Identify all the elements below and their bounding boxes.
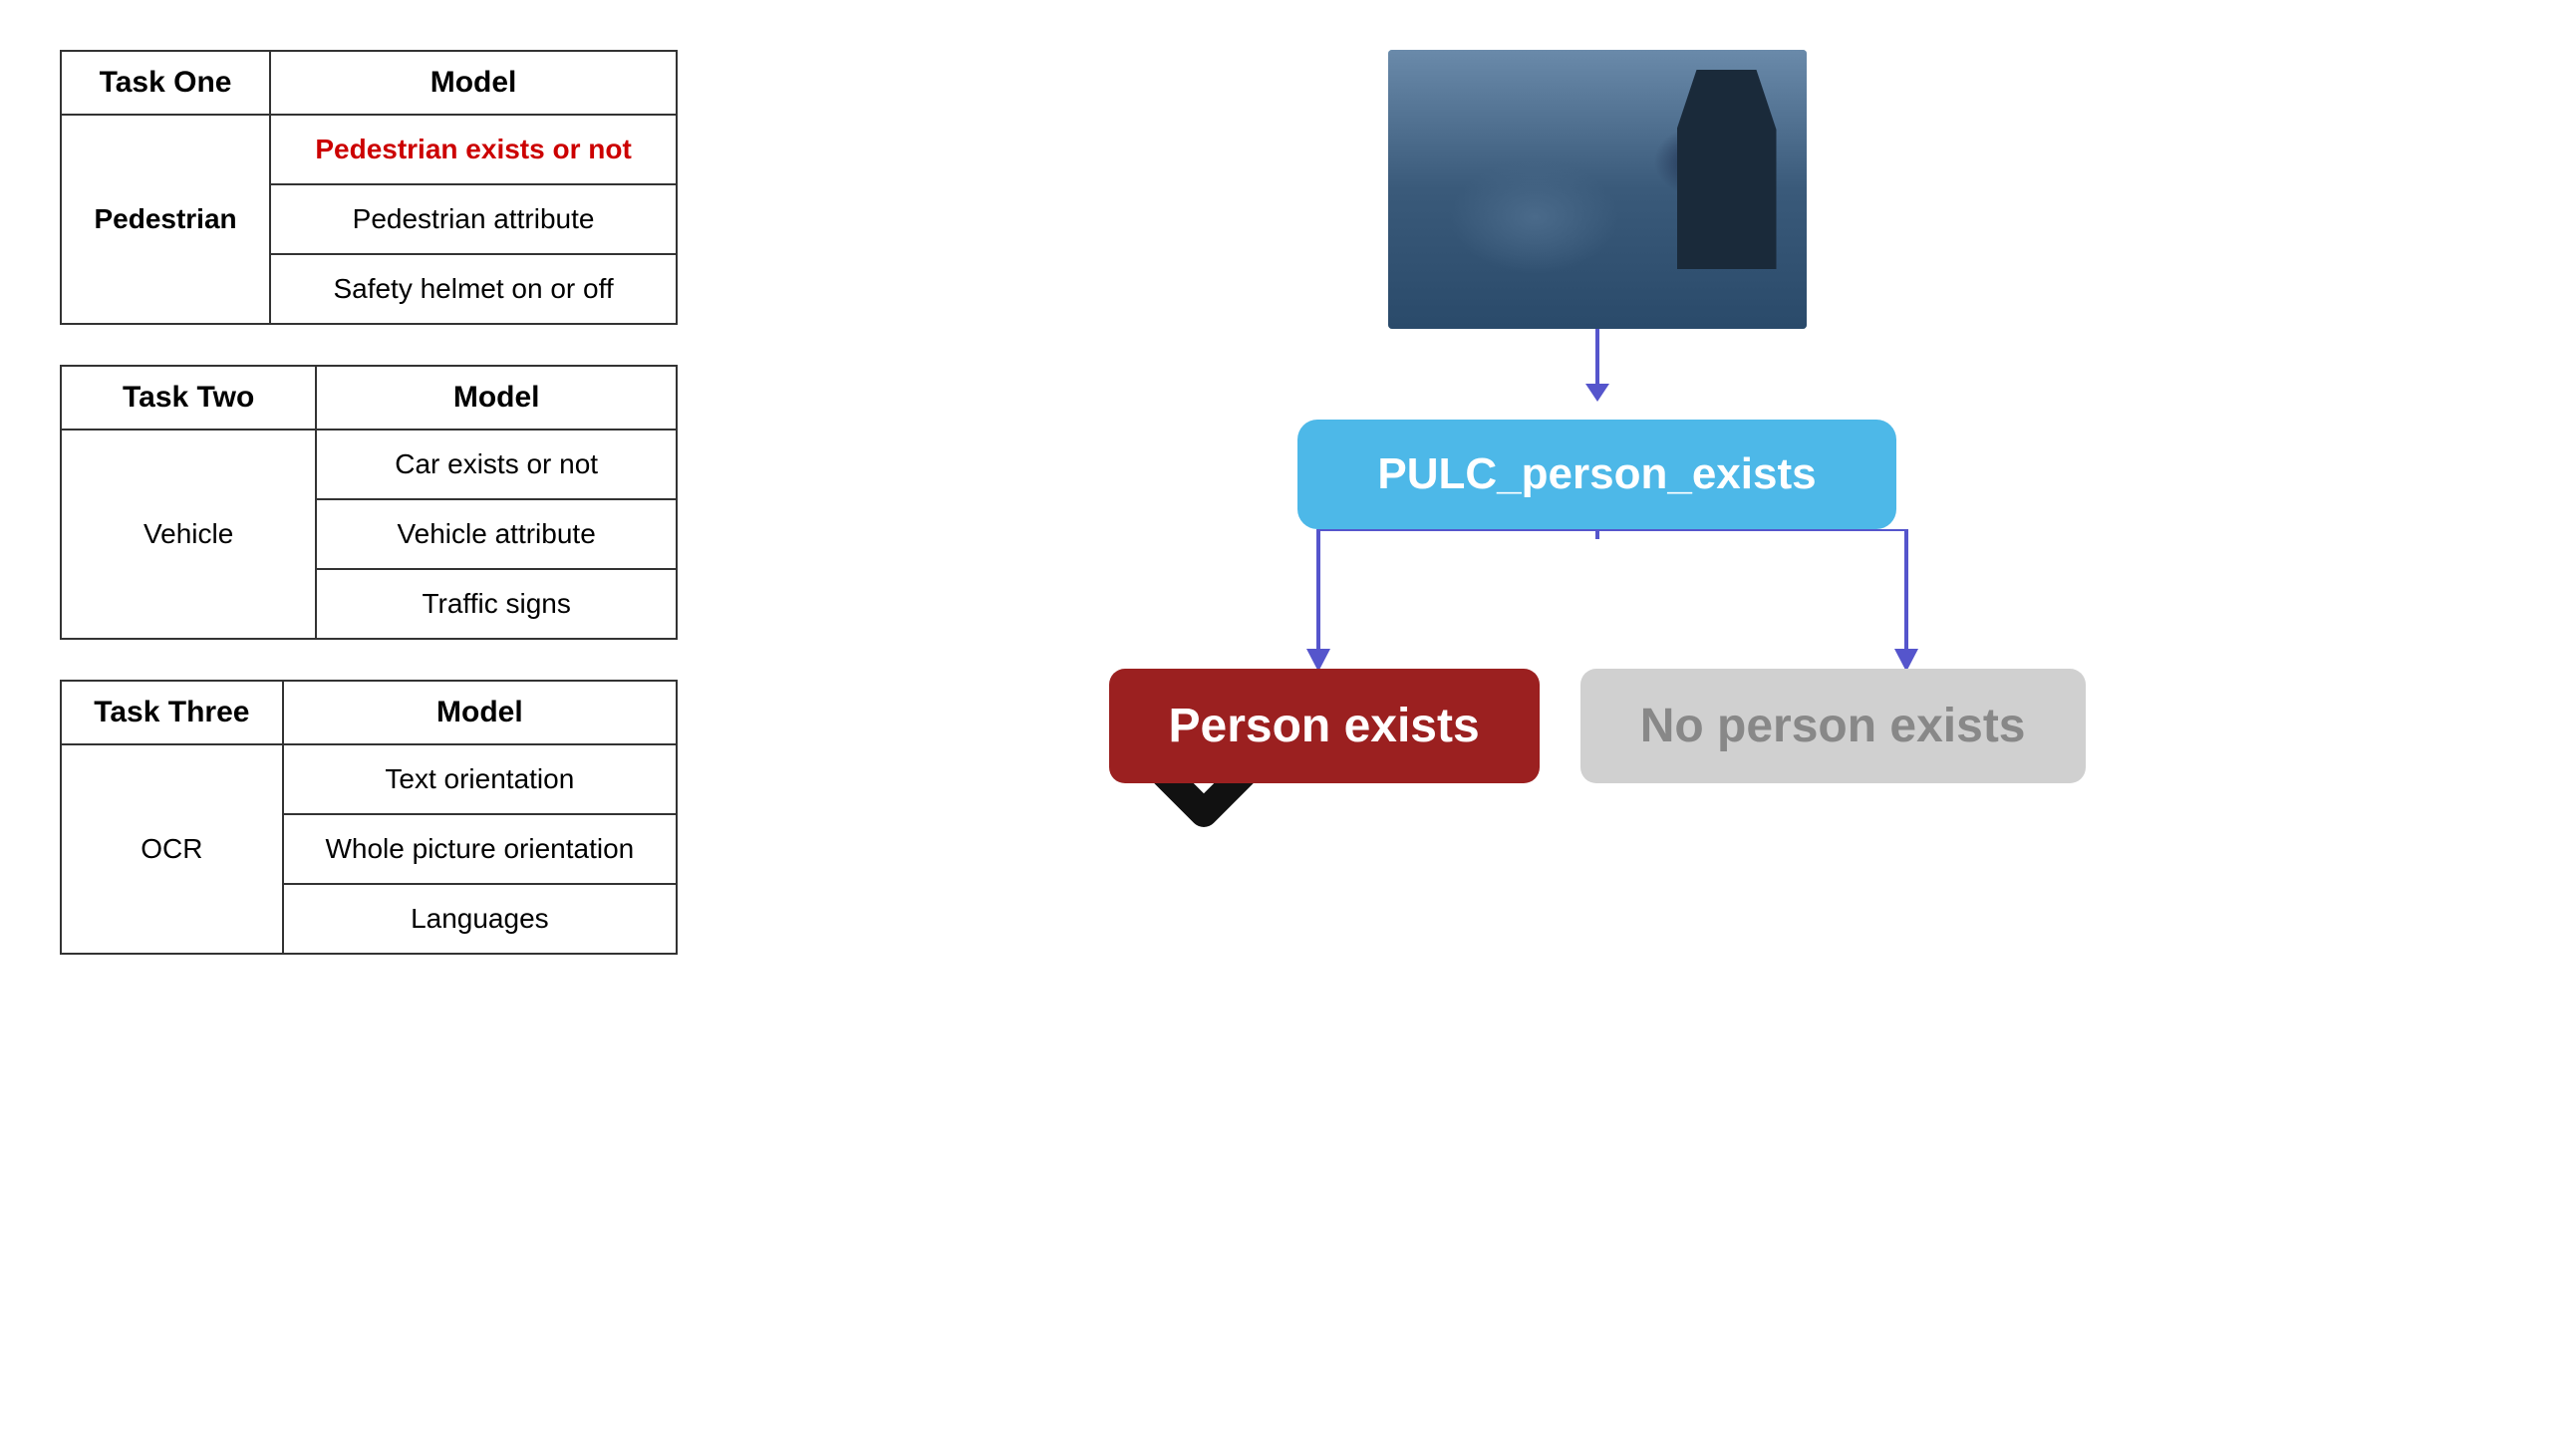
ocr-label: OCR [61, 744, 283, 954]
car-image [1388, 50, 1807, 329]
task-one-header: Task One [61, 51, 270, 115]
arrow-stem-1 [1595, 329, 1599, 384]
task-three-model-header: Model [283, 681, 677, 744]
outcomes-row: Person exists No person exists [1049, 669, 2146, 783]
table-row: OCR Text orientation [61, 744, 677, 814]
task-two-table: Task Two Model Vehicle Car exists or not… [60, 365, 678, 640]
branch-arrows-container: Person exists No person exists [1049, 529, 2146, 689]
ocr-model-1: Text orientation [283, 744, 677, 814]
diagram-container: PULC_person_exists [800, 50, 2395, 843]
right-panel: PULC_person_exists [678, 40, 2516, 1399]
task-three-header: Task Three [61, 681, 283, 744]
task-two-model-header: Model [316, 366, 677, 430]
person-exists-label: Person exists [1169, 700, 1480, 752]
pedestrian-model-2: Pedestrian attribute [270, 184, 677, 254]
vehicle-model-1: Car exists or not [316, 430, 677, 499]
ocr-model-3: Languages [283, 884, 677, 954]
vehicle-label: Vehicle [61, 430, 316, 639]
car-scene-svg [1388, 50, 1807, 329]
vehicle-model-2: Vehicle attribute [316, 499, 677, 569]
no-person-box: No person exists [1580, 669, 2086, 783]
task-three-table: Task Three Model OCR Text orientation Wh… [60, 680, 678, 955]
task-two-header: Task Two [61, 366, 316, 430]
left-panel: Task One Model Pedestrian Pedestrian exi… [60, 40, 678, 1399]
no-person-label: No person exists [1640, 700, 2026, 752]
table-row: Vehicle Car exists or not [61, 430, 677, 499]
task-one-table: Task One Model Pedestrian Pedestrian exi… [60, 50, 678, 325]
pedestrian-label: Pedestrian [61, 115, 270, 324]
ocr-model-2: Whole picture orientation [283, 814, 677, 884]
task-one-model-header: Model [270, 51, 677, 115]
pulc-box: PULC_person_exists [1297, 420, 1895, 529]
arrow-head-1 [1585, 384, 1609, 402]
vehicle-model-3: Traffic signs [316, 569, 677, 639]
person-exists-box: Person exists [1109, 669, 1540, 783]
table-row: Pedestrian Pedestrian exists or not [61, 115, 677, 184]
pedestrian-model-1: Pedestrian exists or not [270, 115, 677, 184]
pulc-label: PULC_person_exists [1377, 449, 1816, 498]
branch-svg [1049, 529, 2146, 689]
pedestrian-model-3: Safety helmet on or off [270, 254, 677, 324]
